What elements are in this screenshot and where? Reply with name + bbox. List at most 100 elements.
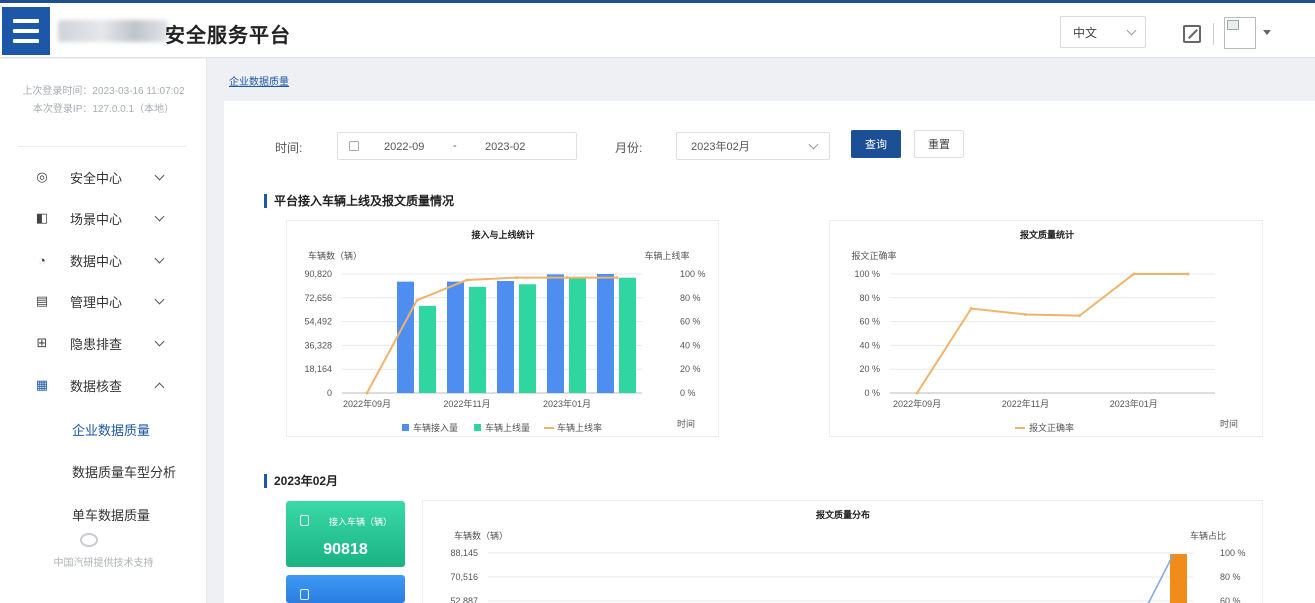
y-tick-label: 54,492 — [304, 317, 332, 327]
y-tick-label: 100 % — [854, 269, 880, 279]
query-button[interactable]: 查询 — [851, 130, 901, 158]
sidebar-item-data-verify[interactable]: ▦ 数据核查 — [35, 373, 175, 397]
month-label: 月份: — [615, 141, 643, 155]
chevron-down-icon — [154, 170, 165, 180]
lock-icon — [300, 515, 309, 526]
message-quality-chart-box: 报文质量统计 报文正确率 0 % 20 % 40 % 60 % 80 % 100 % 2022年… — [829, 220, 1263, 437]
legend-label: 报文正确率 — [1029, 422, 1074, 433]
sidebar-item-manage-center[interactable]: ▤ 管理中心 — [35, 289, 175, 313]
sidebar-item-security-center[interactable]: ◎ 安全中心 — [35, 165, 175, 189]
date-range-picker[interactable]: 2022-09 - 2023-02 — [337, 132, 577, 160]
section-title-month: 2023年02月 — [264, 474, 338, 488]
sidebar-item-scene-center[interactable]: ◧ 场景中心 — [35, 206, 175, 230]
y-tick-label: 20 % — [859, 364, 880, 374]
bar-vehicle-count — [1170, 554, 1187, 603]
fullscreen-icon[interactable] — [1183, 25, 1201, 43]
online-rate-point — [415, 298, 419, 302]
x-axis-label: 时间 — [1220, 418, 1238, 429]
accuracy-point — [1186, 272, 1190, 276]
accuracy-line — [916, 273, 1188, 394]
y2-tick-label: 100 % — [680, 269, 706, 279]
chevron-down-icon — [154, 253, 165, 263]
online-rate-point — [615, 276, 619, 280]
bar-access — [497, 280, 514, 393]
stat-card-secondary — [286, 575, 405, 603]
sidebar-subitem-vehicle-quality[interactable]: 单车数据质量 — [72, 505, 150, 524]
online-rate-point — [565, 276, 569, 280]
accuracy-point — [1023, 312, 1027, 316]
login-info: 上次登录时间：2023-03-16 11:07:02 本次登录IP：127.0.… — [0, 83, 207, 119]
stat-label: 接入车辆（辆） — [329, 517, 393, 527]
bar-access — [547, 274, 564, 393]
y2-tick-label: 0 % — [680, 388, 696, 398]
y2-tick-label: 60 % — [680, 317, 701, 327]
stat-value: 90818 — [323, 541, 368, 558]
x-tick-label: 2023年01月 — [1110, 398, 1158, 409]
online-rate-point — [515, 276, 519, 280]
sidebar-item-label: 场景中心 — [70, 211, 123, 227]
divider — [18, 146, 186, 147]
access-online-chart-box: 接入与上线统计 车辆数（辆） 车辆上线率 0 18,164 36,328 54,492 72,… — [286, 220, 719, 437]
y-tick-label: 0 % — [864, 388, 880, 398]
sidebar-item-data-center[interactable]: ◔ 数据中心 — [35, 248, 175, 272]
language-select[interactable]: 中文 — [1060, 16, 1146, 48]
y2-tick-label: 40 % — [680, 340, 701, 350]
y-tick-label: 40 % — [859, 340, 880, 350]
support-logo-icon — [80, 533, 98, 547]
legend-label: 车辆上线率 — [557, 422, 602, 433]
caret-down-icon[interactable] — [1263, 30, 1271, 35]
x-tick-label: 2022年11月 — [443, 398, 490, 409]
y-axis-label: 报文正确率 — [851, 250, 896, 261]
hamburger-menu-icon[interactable] — [2, 7, 50, 55]
range-separator: - — [453, 140, 457, 152]
calendar-icon — [349, 141, 359, 151]
chart-title: 报文质量统计 — [1020, 229, 1074, 240]
breadcrumb[interactable]: 企业数据质量 — [229, 73, 289, 88]
range-end[interactable]: 2023-02 — [485, 141, 525, 153]
y-tick-label: 0 — [327, 388, 332, 398]
y-tick-label: 70,516 — [450, 572, 478, 582]
accuracy-point — [1132, 272, 1136, 276]
language-value: 中文 — [1073, 25, 1098, 40]
chevron-down-icon — [154, 336, 165, 346]
manage-icon: ▤ — [35, 293, 49, 308]
message-quality-chart: 报文质量统计报文正确率 0 % 20 % 40 % 60 % 80 % 100 % 2022年… — [851, 229, 1238, 433]
reset-button[interactable]: 重置 — [914, 130, 964, 158]
y-tick-label: 36,328 — [304, 340, 332, 350]
month-value: 2023年02月 — [691, 141, 750, 153]
support-text: 中国汽研提供技术支持 — [53, 558, 154, 569]
accuracy-point — [969, 307, 973, 311]
y-tick-label: 72,656 — [304, 293, 332, 303]
sidebar-subitem-enterprise-quality[interactable]: 企业数据质量 — [72, 420, 150, 439]
last-login-time: 上次登录时间：2023-03-16 11:07:02 — [22, 86, 185, 97]
legend-label: 车辆上线量 — [485, 422, 530, 433]
y2-tick-label: 20 % — [680, 364, 701, 374]
y2-axis-label: 车辆占比 — [1190, 530, 1226, 541]
scene-icon: ◧ — [35, 210, 49, 225]
y-tick-label: 18,164 — [304, 364, 332, 374]
sidebar-item-label: 管理中心 — [70, 294, 123, 310]
range-start[interactable]: 2022-09 — [384, 141, 424, 153]
legend-swatch — [402, 424, 409, 431]
bar-online — [519, 284, 536, 393]
sidebar-item-hazard-check[interactable]: ⊞ 隐患排查 — [35, 331, 175, 355]
sidebar: 上次登录时间：2023-03-16 11:07:02 本次登录IP：127.0.… — [0, 59, 207, 603]
sidebar-subitem-model-analysis[interactable]: 数据质量车型分析 — [72, 462, 176, 481]
online-rate-point — [465, 278, 469, 282]
bar-online — [619, 277, 636, 393]
avatar[interactable] — [1224, 17, 1256, 49]
chevron-down-icon — [1126, 25, 1137, 35]
month-select[interactable]: 2023年02月 — [676, 132, 830, 160]
y2-tick-label: 80 % — [1220, 572, 1241, 582]
x-axis-label: 时间 — [677, 418, 695, 429]
share-line — [1147, 554, 1174, 603]
plus-square-icon: ⊞ — [36, 335, 48, 350]
grid-icon: ▦ — [35, 377, 49, 392]
chevron-down-icon — [154, 294, 165, 304]
login-ip: 本次登录IP：127.0.0.1（本地） — [32, 104, 175, 115]
y-tick-label: 60 % — [859, 317, 880, 327]
chart-title: 接入与上线统计 — [471, 229, 534, 240]
sidebar-item-label: 安全中心 — [70, 170, 123, 186]
blurred-company-name — [58, 20, 168, 42]
bar-access — [397, 281, 414, 393]
